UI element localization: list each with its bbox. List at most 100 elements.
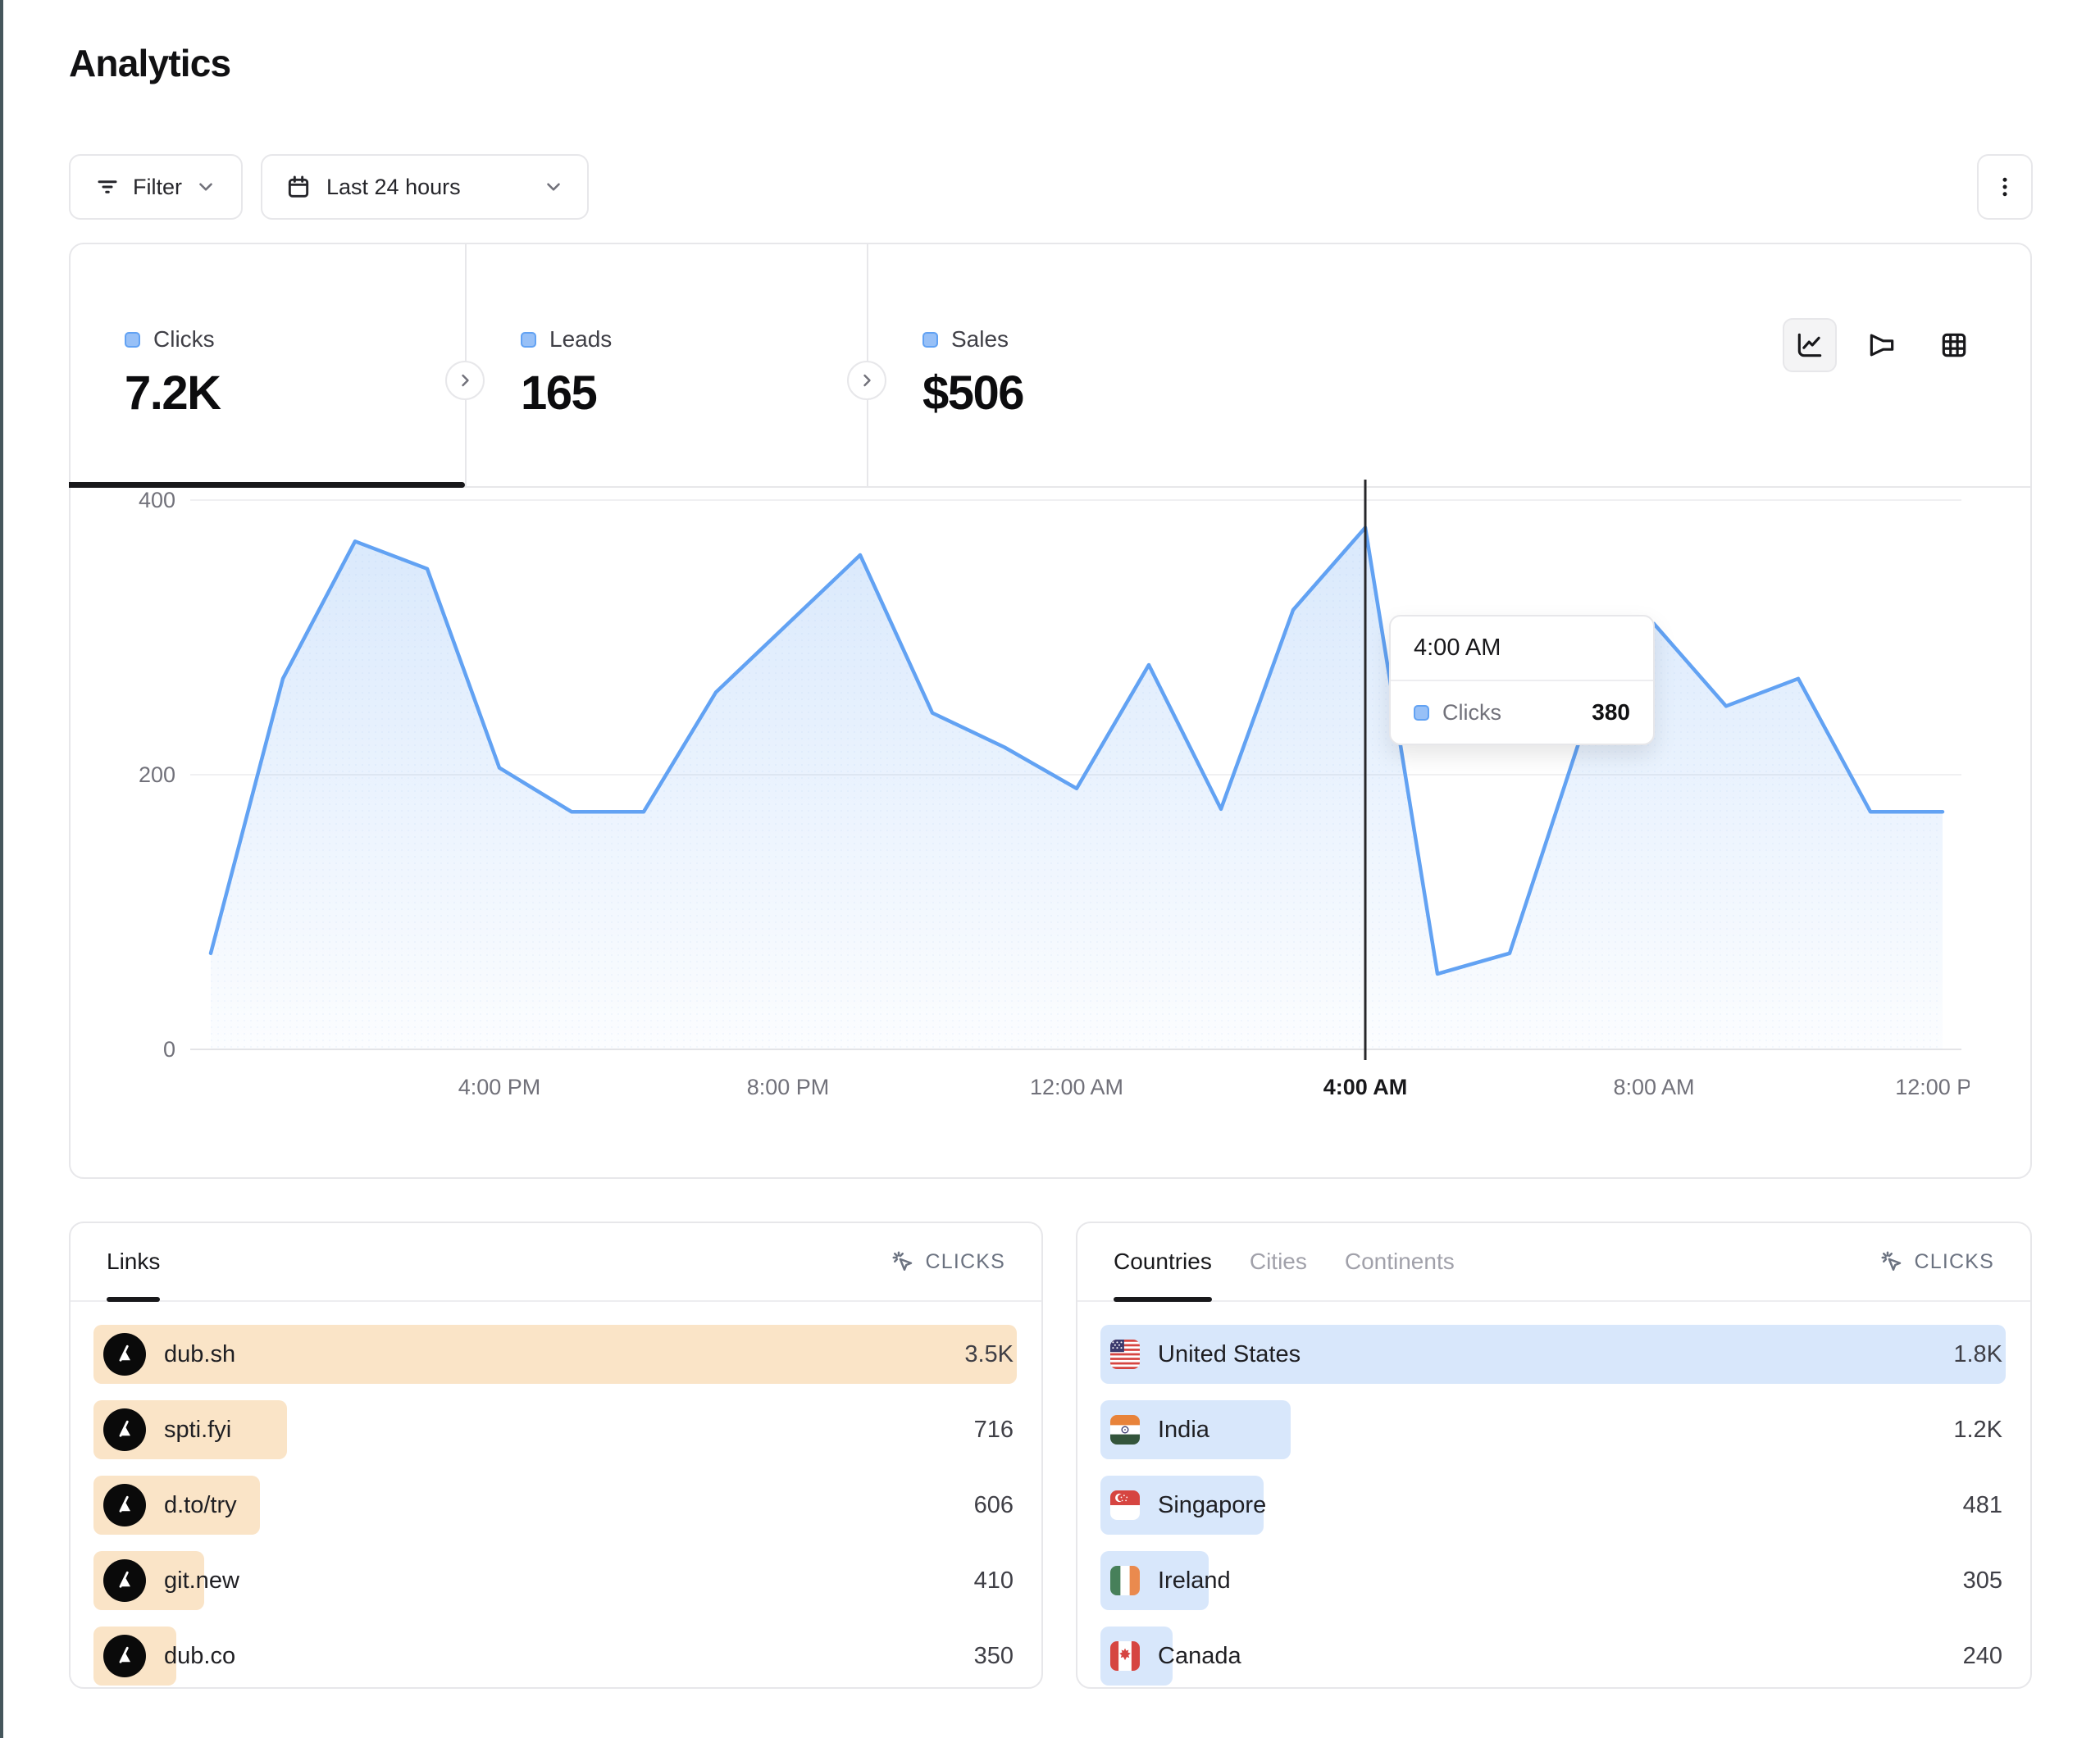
tab-leads[interactable]: Leads 165 bbox=[465, 244, 867, 486]
tab-clicks[interactable]: Clicks 7.2K bbox=[71, 244, 465, 486]
date-range-button[interactable]: Last 24 hours bbox=[261, 154, 589, 220]
tooltip-legend-swatch bbox=[1414, 705, 1429, 721]
flag-icon-ie bbox=[1110, 1566, 1140, 1595]
links-metric-selector[interactable]: CLICKS bbox=[891, 1249, 1005, 1274]
leads-legend-swatch bbox=[521, 332, 536, 348]
date-range-label: Last 24 hours bbox=[326, 175, 461, 200]
cursor-click-icon bbox=[891, 1249, 915, 1274]
filter-button[interactable]: Filter bbox=[69, 154, 243, 220]
analytics-page: Analytics Filter Last 24 hours bbox=[0, 0, 2100, 1738]
expand-leads-button[interactable] bbox=[847, 361, 886, 400]
chevron-down-icon bbox=[543, 176, 564, 198]
stats-header: Clicks 7.2K Leads 165 Sales $506 bbox=[71, 244, 2030, 488]
row-label: d.to/try bbox=[164, 1492, 237, 1519]
row-value: 1.2K bbox=[1953, 1417, 2006, 1444]
countries-tab-label: Countries bbox=[1114, 1249, 1212, 1275]
row-value: 1.8K bbox=[1953, 1341, 2006, 1368]
tab-continents[interactable]: Continents bbox=[1345, 1223, 1455, 1300]
chevron-down-icon bbox=[195, 176, 216, 198]
row-label: git.new bbox=[164, 1567, 239, 1595]
continents-tab-label: Continents bbox=[1345, 1249, 1455, 1275]
sales-legend-swatch bbox=[922, 332, 938, 348]
list-item[interactable]: spti.fyi 716 bbox=[93, 1400, 1017, 1459]
tooltip-value: 380 bbox=[1592, 699, 1630, 726]
row-label: United States bbox=[1158, 1341, 1301, 1368]
x-axis-label: 12:00 PM bbox=[1895, 1075, 1970, 1099]
tab-cities[interactable]: Cities bbox=[1250, 1223, 1307, 1300]
y-axis-label: 0 bbox=[163, 1037, 175, 1062]
table-toggle-button[interactable] bbox=[1927, 318, 1981, 372]
list-item[interactable]: d.to/try 606 bbox=[93, 1476, 1017, 1535]
row-value: 305 bbox=[1963, 1567, 2006, 1595]
x-axis-label: 8:00 PM bbox=[747, 1075, 830, 1099]
tab-sales[interactable]: Sales $506 bbox=[867, 244, 1269, 486]
list-item[interactable]: India 1.2K bbox=[1100, 1400, 2006, 1459]
dub-logo-icon bbox=[103, 1333, 146, 1376]
links-list: dub.sh3.5K spti.fyi 716 d.to/try 606 git.new 4… bbox=[71, 1302, 1041, 1686]
flag-icon-ca bbox=[1110, 1641, 1140, 1671]
row-label: spti.fyi bbox=[164, 1417, 231, 1444]
list-item[interactable]: Canada240 bbox=[1100, 1627, 2006, 1686]
flag-icon-in bbox=[1110, 1415, 1140, 1445]
list-item[interactable]: Singapore 481 bbox=[1100, 1476, 2006, 1535]
row-label: Canada bbox=[1158, 1643, 1241, 1670]
clicks-legend-swatch bbox=[125, 332, 140, 348]
list-item[interactable]: git.new 410 bbox=[93, 1551, 1017, 1610]
countries-metric-label: CLICKS bbox=[1914, 1250, 1994, 1274]
countries-list: United States 1.8K India 1.2K Singapore 481 Ir… bbox=[1077, 1302, 2030, 1686]
row-value: 606 bbox=[974, 1492, 1017, 1519]
tab-countries[interactable]: Countries bbox=[1114, 1223, 1212, 1300]
funnel-chart-icon bbox=[1866, 330, 1897, 361]
dub-logo-icon bbox=[103, 1559, 146, 1602]
list-item[interactable]: dub.sh3.5K bbox=[93, 1325, 1017, 1384]
kebab-menu-icon bbox=[1993, 175, 2017, 199]
row-label: dub.co bbox=[164, 1643, 235, 1670]
links-tab-label: Links bbox=[107, 1249, 160, 1275]
dub-logo-icon bbox=[103, 1408, 146, 1451]
row-label: India bbox=[1158, 1417, 1209, 1444]
row-value: 410 bbox=[974, 1567, 1017, 1595]
sales-value: $506 bbox=[922, 366, 1269, 421]
chart-tooltip: 4:00 AM Clicks 380 bbox=[1389, 615, 1655, 745]
row-value: 481 bbox=[1963, 1492, 2006, 1519]
row-label: Singapore bbox=[1158, 1492, 1266, 1519]
list-item[interactable]: Ireland 305 bbox=[1100, 1551, 2006, 1610]
cities-tab-label: Cities bbox=[1250, 1249, 1307, 1275]
countries-metric-selector[interactable]: CLICKS bbox=[1879, 1249, 1994, 1274]
dub-logo-icon bbox=[103, 1484, 146, 1526]
row-label: Ireland bbox=[1158, 1567, 1231, 1595]
list-item[interactable]: dub.co 350 bbox=[93, 1627, 1017, 1686]
cursor-click-icon bbox=[1879, 1249, 1904, 1274]
x-axis-label: 4:00 AM bbox=[1323, 1075, 1408, 1099]
calendar-icon bbox=[285, 174, 312, 200]
tooltip-series-label: Clicks bbox=[1442, 700, 1501, 726]
tab-links[interactable]: Links bbox=[107, 1223, 160, 1300]
row-value: 350 bbox=[974, 1643, 1017, 1670]
flag-icon-sg bbox=[1110, 1490, 1140, 1520]
chart-type-toggles bbox=[1783, 318, 1981, 372]
y-axis-label: 400 bbox=[139, 488, 175, 512]
countries-panel: Countries Cities Continents CLICKS United … bbox=[1076, 1222, 2032, 1689]
page-title: Analytics bbox=[69, 41, 230, 85]
line-chart-toggle-button[interactable] bbox=[1783, 318, 1837, 372]
clicks-value: 7.2K bbox=[125, 366, 465, 421]
clicks-area-chart[interactable]: 02004004:00 PM8:00 PM12:00 AM4:00 AM8:00… bbox=[125, 462, 1970, 1117]
filter-icon bbox=[95, 175, 120, 199]
leads-value: 165 bbox=[521, 366, 867, 421]
filter-button-label: Filter bbox=[133, 175, 182, 200]
funnel-chart-toggle-button[interactable] bbox=[1855, 318, 1909, 372]
tooltip-time: 4:00 AM bbox=[1391, 616, 1653, 681]
expand-clicks-button[interactable] bbox=[445, 361, 485, 400]
leads-tab-label: Leads bbox=[549, 326, 612, 353]
line-chart-icon bbox=[1794, 330, 1825, 361]
more-options-button[interactable] bbox=[1977, 154, 2033, 220]
row-value: 716 bbox=[974, 1417, 1017, 1444]
clicks-tab-label: Clicks bbox=[153, 326, 215, 353]
flag-icon-us bbox=[1110, 1340, 1140, 1369]
analytics-card: Clicks 7.2K Leads 165 Sales $506 bbox=[69, 243, 2032, 1179]
table-grid-icon bbox=[1938, 330, 1970, 361]
window-edge-strip bbox=[0, 0, 3, 1738]
y-axis-label: 200 bbox=[139, 762, 175, 787]
list-item[interactable]: United States 1.8K bbox=[1100, 1325, 2006, 1384]
sales-tab-label: Sales bbox=[951, 326, 1009, 353]
